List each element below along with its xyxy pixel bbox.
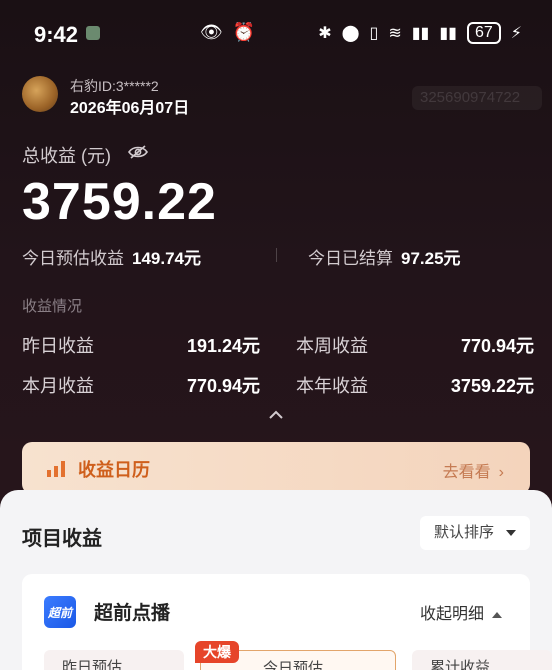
app-logo-icon: 超前 (44, 596, 76, 628)
overview-value: 770.94元 (460, 336, 534, 356)
overview-value: 191.24元 (186, 336, 260, 356)
tab-today[interactable]: 大爆 今日预估 (195, 641, 396, 670)
status-bar: 9:42 👁 ⏰ ✱ ⬤ ▯ ≋ ▮▮ ▮▮ 67 ⚡ (0, 0, 552, 70)
calendar-link[interactable]: 去看看 › (443, 458, 504, 482)
tab-label: 累计收益 (430, 659, 491, 670)
today-settled: 今日已结算 97.25元 (308, 244, 461, 269)
signal-icon: ▮▮ (411, 25, 430, 42)
overview-label: 本周收益 (296, 336, 368, 356)
user-id: 右豹ID:3*****2 (70, 78, 159, 94)
dropdown-triangle-icon (506, 530, 516, 536)
alarm-icon: ⏰ (232, 22, 256, 42)
tab-label: 昨日预估 (62, 659, 123, 670)
overview-value: 770.94元 (186, 376, 260, 396)
tab-label: 今日预估 (263, 660, 324, 670)
status-icons-left: 👁 ⏰ (200, 22, 255, 43)
calendar-link-label: 去看看 (442, 464, 491, 481)
overview-item-yesterday: 昨日收益 191.24元 (22, 332, 260, 356)
status-time: 9:42 (34, 22, 79, 47)
current-date: 2026年06月07日 (70, 100, 190, 117)
overview-section-label: 收益情况 (22, 298, 83, 315)
charging-icon: ⚡ (510, 25, 522, 42)
period-tabs: 昨日预估 大爆 今日预估 累计收益 (44, 636, 552, 670)
today-settled-label: 今日已结算 (308, 249, 393, 268)
today-estimate-label: 今日预估收益 (22, 249, 124, 268)
overview-label: 本年收益 (296, 376, 368, 396)
location-icon: ⬤ (341, 25, 360, 42)
chevron-right-icon: › (498, 464, 504, 481)
tab-yesterday[interactable]: 昨日预估 (44, 650, 184, 670)
project-card: 超前 超前点播 收起明细 昨日预估 大爆 今日预估 累计收益 (22, 574, 552, 670)
sort-label: 默认排序 (434, 524, 495, 541)
eye-icon: 👁 (200, 22, 223, 42)
overview-label: 昨日收益 (22, 336, 94, 356)
signal-icon-2: ▮▮ (439, 25, 457, 42)
blurred-number: 325690974722 (412, 86, 542, 110)
chevron-up-icon (492, 611, 502, 618)
status-icons-right: ✱ ⬤ ▯ ≋ ▮▮ ▮▮ 67 ⚡ (318, 22, 522, 44)
divider (276, 248, 277, 262)
overview-value: 3759.22元 (450, 376, 534, 396)
today-settled-value: 97.25元 (401, 249, 461, 268)
battery-indicator: 67 (466, 22, 501, 44)
earnings-calendar-banner[interactable]: 收益日历 去看看 › (22, 442, 530, 494)
overview-item-month: 本月收益 770.94元 (22, 372, 260, 396)
calendar-title: 收益日历 (78, 460, 150, 480)
user-header: 右豹ID:3*****2 2026年06月07日 325690974722 (22, 76, 542, 117)
hot-badge: 大爆 (195, 641, 239, 663)
bluetooth-icon: ✱ (318, 25, 332, 42)
app-notification-icon (86, 26, 100, 40)
overview-item-week: 本周收益 770.94元 (296, 332, 534, 356)
collapse-label: 收起明细 (419, 606, 484, 623)
avatar[interactable] (22, 76, 58, 112)
total-earnings-label: 总收益 (元) (22, 146, 111, 166)
today-estimate: 今日预估收益 149.74元 (22, 244, 201, 269)
total-earnings-value: 3759.22 (22, 173, 217, 231)
tab-total[interactable]: 累计收益 (412, 650, 552, 670)
bar-chart-icon (47, 461, 65, 477)
collapse-details-button[interactable]: 收起明细 (420, 600, 502, 624)
vibrate-icon: ▯ (369, 25, 379, 42)
overview-grid: 昨日收益 191.24元 本周收益 770.94元 本月收益 770.94元 本… (22, 332, 534, 412)
project-earnings-title: 项目收益 (22, 528, 102, 550)
wifi-icon: ≋ (388, 25, 402, 42)
today-estimate-value: 149.74元 (132, 249, 201, 268)
today-summary: 今日预估收益 149.74元 今日已结算 97.25元 (22, 244, 532, 268)
sort-dropdown[interactable]: 默认排序 (420, 516, 530, 550)
chevron-up-icon[interactable] (268, 410, 284, 420)
overview-item-year: 本年收益 3759.22元 (296, 372, 534, 396)
overview-label: 本月收益 (22, 376, 94, 396)
hide-amount-icon[interactable] (128, 144, 148, 160)
project-card-title: 超前点播 (94, 603, 171, 624)
project-earnings-panel: 项目收益 默认排序 超前 超前点播 收起明细 昨日预估 大爆 今日预估 累计收益 (0, 490, 552, 670)
